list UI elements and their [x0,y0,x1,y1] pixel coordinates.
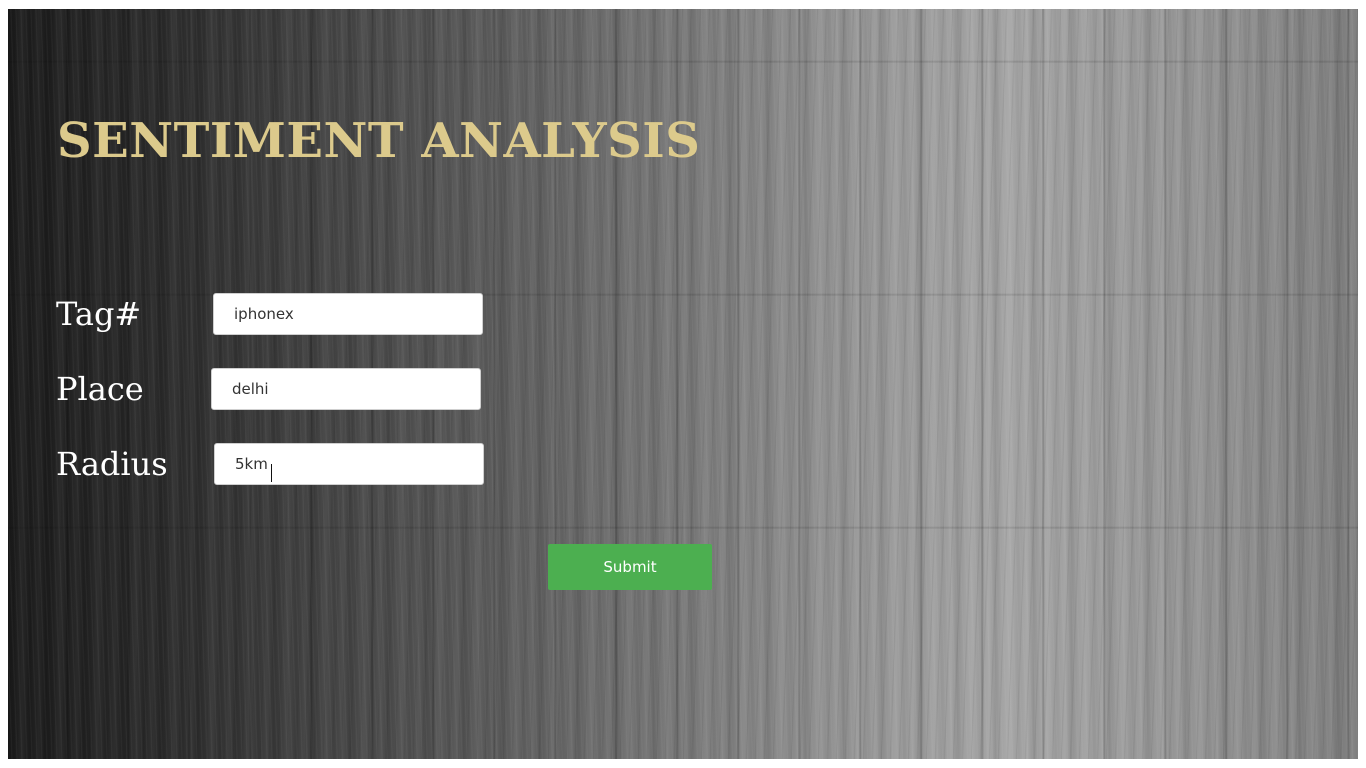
tag-input[interactable] [213,293,483,335]
radius-label: Radius [56,445,168,483]
radius-input[interactable] [214,443,484,485]
page-title: SENTIMENT ANALYSIS [57,113,701,169]
tag-label: Tag# [56,295,142,333]
place-input[interactable] [211,368,481,410]
place-label: Place [56,370,144,408]
text-cursor [271,464,272,482]
wood-background-panel: SENTIMENT ANALYSIS Tag# Place Radius Sub… [8,9,1358,759]
submit-button[interactable]: Submit [548,544,712,590]
